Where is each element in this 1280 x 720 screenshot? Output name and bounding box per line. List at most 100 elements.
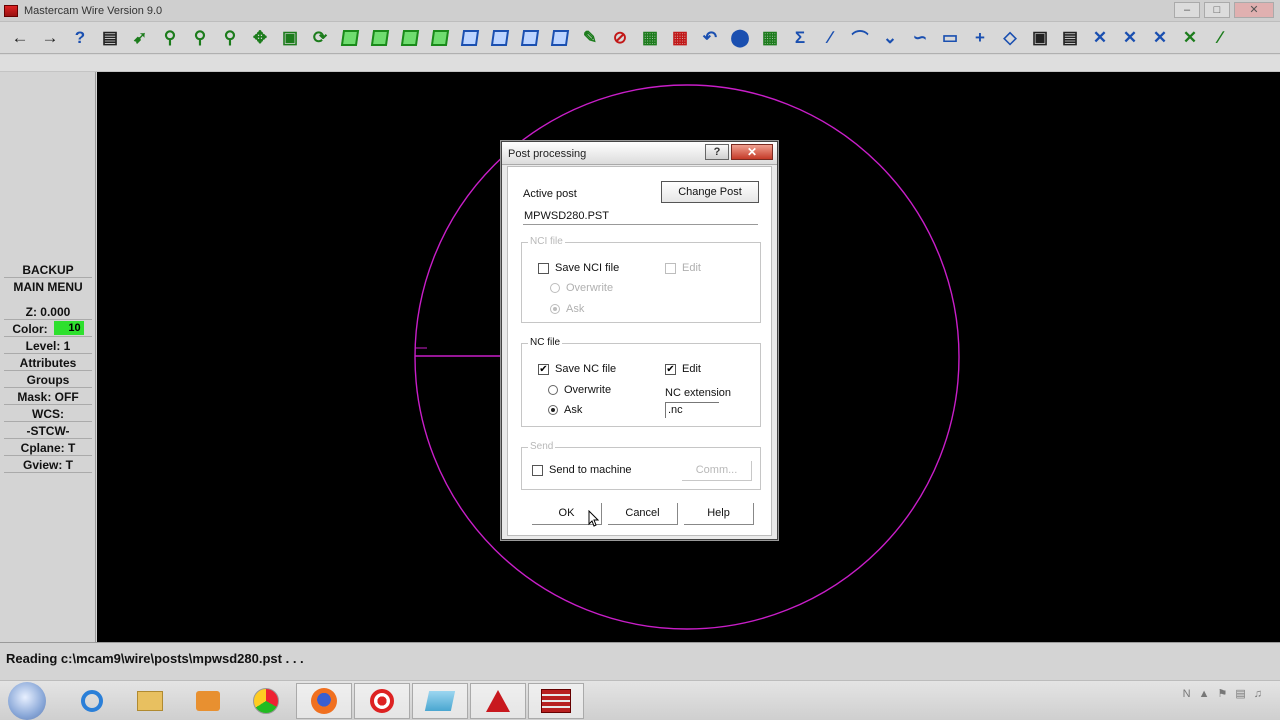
app-window: Mastercam Wire Version 9.0 – □ ✕ ← → ? ▤… [0, 0, 1280, 720]
dialog-help-button[interactable]: ? [705, 144, 729, 160]
menu-attributes[interactable]: Attributes [4, 355, 92, 371]
menu-level[interactable]: Level: 1 [4, 338, 92, 354]
grid-icon[interactable]: ▦ [756, 24, 784, 52]
minimize-button[interactable]: – [1174, 2, 1200, 18]
zoom-window-icon[interactable]: ⚲ [156, 24, 184, 52]
nci-edit-checkbox[interactable] [665, 263, 676, 274]
wire-1-icon[interactable]: ✕ [1086, 24, 1114, 52]
menu-gview[interactable]: Gview: T [4, 457, 92, 473]
maximize-button[interactable]: □ [1204, 2, 1230, 18]
forward-arrow-icon[interactable]: → [36, 24, 64, 52]
wire-4-icon[interactable]: ✕ [1176, 24, 1204, 52]
cube-view-7-icon[interactable] [516, 24, 544, 52]
cube-view-8-icon[interactable] [546, 24, 574, 52]
cube-view-5-icon[interactable] [456, 24, 484, 52]
save-nc-label: Save NC file [555, 363, 617, 375]
comm-button[interactable]: Comm... [682, 461, 752, 481]
menu-backup[interactable]: BACKUP [4, 262, 92, 278]
nc-edit-checkbox[interactable]: ✔ [665, 364, 676, 375]
autocad-icon[interactable] [470, 682, 526, 719]
point-icon[interactable]: + [966, 24, 994, 52]
zoom-fit-icon[interactable]: ⚲ [216, 24, 244, 52]
language-indicator[interactable]: N [1183, 688, 1191, 700]
nc-ask-radio[interactable] [548, 405, 558, 415]
nci-ask-radio[interactable] [550, 304, 560, 314]
analyze-icon[interactable]: ➹ [126, 24, 154, 52]
cancel-button[interactable]: Cancel [608, 503, 678, 525]
cube-view-4-icon[interactable] [426, 24, 454, 52]
nc-overwrite-radio[interactable] [548, 385, 558, 395]
nci-file-group: NCI file Save NCI file Edit Overwrite As… [521, 236, 761, 323]
firefox-icon[interactable] [296, 682, 352, 719]
mastercam-icon[interactable] [528, 682, 584, 719]
menu-color[interactable]: Color: 10 [4, 321, 92, 337]
folder-icon[interactable] [122, 683, 178, 719]
save-nc-checkbox[interactable]: ✔ [538, 364, 549, 375]
sigma-icon[interactable]: Σ [786, 24, 814, 52]
no-entry-icon[interactable]: ⊘ [606, 24, 634, 52]
recorder-icon[interactable] [354, 682, 410, 719]
pan-icon[interactable]: ✥ [246, 24, 274, 52]
close-button[interactable]: ✕ [1234, 2, 1274, 18]
tray-volume-icon[interactable]: ♫ [1254, 688, 1262, 700]
dialog-title: Post processing [508, 148, 587, 160]
arc-icon[interactable]: ⌒ [846, 24, 874, 52]
chrome-icon[interactable] [238, 683, 294, 719]
menu-mask[interactable]: Mask: OFF [4, 389, 92, 405]
sphere-icon[interactable]: ⬤ [726, 24, 754, 52]
wire-5-icon[interactable]: ∕ [1206, 24, 1234, 52]
stack-icon[interactable]: ▤ [1056, 24, 1084, 52]
dialog-close-button[interactable]: ✕ [731, 144, 773, 160]
cube-view-6-icon[interactable] [486, 24, 514, 52]
status-text: Reading c:\mcam9\wire\posts\mpwsd280.pst… [6, 651, 304, 666]
help-button[interactable]: Help [684, 503, 754, 525]
color-swatch: 10 [53, 321, 84, 335]
rectangle-icon[interactable]: ▭ [936, 24, 964, 52]
spline-icon[interactable]: ∽ [906, 24, 934, 52]
start-orb-icon[interactable] [8, 681, 46, 720]
dialog-body: Active post Change Post MPWSD280.PST NCI… [507, 166, 772, 536]
status-bar: Reading c:\mcam9\wire\posts\mpwsd280.pst… [0, 642, 1280, 680]
wire-3-icon[interactable]: ✕ [1146, 24, 1174, 52]
nc-ask-label: Ask [564, 404, 583, 416]
wire-2-icon[interactable]: ✕ [1116, 24, 1144, 52]
menu-main-menu[interactable]: MAIN MENU [4, 279, 92, 295]
app-icon[interactable] [412, 682, 468, 719]
nci-overwrite-radio[interactable] [550, 283, 560, 293]
tray-flag-icon[interactable]: ⚑ [1217, 687, 1227, 700]
menu-wcs[interactable]: WCS: [4, 406, 92, 422]
rotate-icon[interactable]: ⟳ [306, 24, 334, 52]
save-nci-checkbox[interactable] [538, 263, 549, 274]
help-question-icon[interactable]: ? [66, 24, 94, 52]
media-player-icon[interactable] [180, 683, 236, 719]
internet-explorer-icon[interactable] [64, 683, 120, 719]
menu-cplane[interactable]: Cplane: T [4, 440, 92, 456]
pencil-icon[interactable]: ✎ [576, 24, 604, 52]
change-post-button[interactable]: Change Post [661, 181, 759, 203]
zoom-out-icon[interactable]: ⚲ [186, 24, 214, 52]
menu-z-depth[interactable]: Z: 0.000 [4, 304, 92, 320]
send-to-machine-checkbox[interactable] [532, 465, 543, 476]
nci-overwrite-label: Overwrite [566, 282, 614, 294]
cube-view-3-icon[interactable] [396, 24, 424, 52]
tray-expand-icon[interactable]: ▲ [1199, 688, 1210, 700]
solid-box-icon[interactable]: ▣ [1026, 24, 1054, 52]
cube-view-2-icon[interactable] [366, 24, 394, 52]
menu-color-label: Color: [12, 322, 48, 336]
menu-stcw[interactable]: -STCW- [4, 423, 92, 439]
file-icon[interactable]: ▤ [96, 24, 124, 52]
menu-groups[interactable]: Groups [4, 372, 92, 388]
window-controls: – □ ✕ [1174, 2, 1274, 18]
nc-extension-input[interactable]: .nc [665, 402, 719, 418]
select-icon[interactable]: ▣ [276, 24, 304, 52]
undo-icon[interactable]: ↶ [696, 24, 724, 52]
transform-1-icon[interactable]: ▦ [636, 24, 664, 52]
send-legend: Send [528, 441, 556, 452]
cube-view-1-icon[interactable] [336, 24, 364, 52]
transform-2-icon[interactable]: ▦ [666, 24, 694, 52]
tray-network-icon[interactable]: ▤ [1235, 687, 1245, 700]
trim-icon[interactable]: ⌄ [876, 24, 904, 52]
back-arrow-icon[interactable]: ← [6, 24, 34, 52]
mesh-icon[interactable]: ◇ [996, 24, 1024, 52]
line-icon[interactable]: ∕ [816, 24, 844, 52]
